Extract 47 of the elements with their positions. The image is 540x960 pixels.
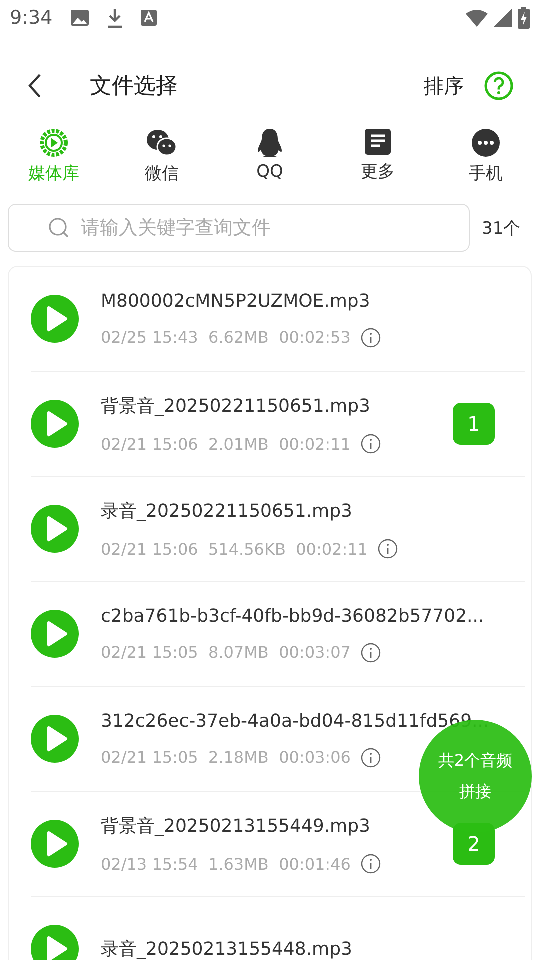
play-icon[interactable] — [31, 610, 79, 658]
file-name: c2ba761b-b3cf-40fb-bb9d-36082b57702... — [101, 606, 486, 626]
source-tab[interactable]: QQ — [216, 128, 324, 192]
search-field[interactable]: 请输入关键字查询文件 — [8, 204, 470, 252]
sort-button[interactable]: 排序 — [424, 72, 464, 100]
file-name: 背景音_20250221150651.mp3 — [101, 395, 372, 418]
more-icon — [471, 128, 501, 158]
file-name: 录音_20250221150651.mp3 — [101, 500, 354, 523]
info-icon[interactable] — [360, 642, 381, 662]
file-meta: 02/21 15:06 514.56KB 00:02:11 — [101, 540, 368, 558]
source-tab[interactable]: 更多 — [324, 128, 432, 192]
search-icon — [48, 217, 70, 239]
info-icon[interactable] — [378, 539, 398, 559]
source-tab[interactable]: 微信 — [108, 128, 216, 192]
file-meta: 02/21 15:05 2.18MB 00:03:06 — [101, 748, 351, 767]
play-icon[interactable] — [31, 820, 79, 868]
file-meta: 02/21 15:05 8.07MB 00:03:07 — [101, 643, 351, 662]
source-tab[interactable]: 手机 — [432, 128, 540, 192]
file-meta: 02/25 15:43 6.62MB 00:02:53 — [101, 328, 351, 347]
info-icon[interactable] — [360, 854, 381, 874]
info-icon[interactable] — [360, 328, 381, 348]
penguin-icon — [257, 128, 283, 158]
file-count: 31个 — [482, 218, 521, 240]
play-circle-icon — [39, 128, 69, 158]
page-title: 文件选择 — [90, 73, 178, 101]
file-name: 背景音_20250213155449.mp3 — [101, 815, 372, 838]
play-icon[interactable] — [31, 295, 79, 343]
play-icon[interactable] — [31, 400, 79, 448]
signal-icon — [494, 9, 512, 27]
status-time: 9:34 — [10, 7, 53, 29]
wifi-icon — [466, 9, 488, 27]
document-icon — [364, 128, 392, 156]
info-icon[interactable] — [360, 434, 381, 454]
file-name: 录音_20250213155448.mp3 — [101, 938, 354, 960]
battery-icon — [518, 7, 530, 29]
font-icon — [140, 10, 157, 26]
image-icon — [70, 10, 89, 26]
play-icon[interactable] — [31, 715, 79, 763]
file-name: M800002cMN5P2UZMOE.mp3 — [101, 290, 372, 312]
help-icon[interactable] — [484, 71, 514, 101]
download-icon — [106, 8, 123, 28]
file-meta: 02/21 15:06 2.01MB 00:02:11 — [101, 434, 351, 454]
info-icon[interactable] — [360, 748, 381, 768]
play-icon[interactable] — [31, 505, 79, 553]
file-meta: 02/13 15:54 1.63MB 00:01:46 — [101, 854, 351, 874]
chat-bubbles-icon — [146, 128, 178, 158]
play-icon[interactable] — [31, 925, 79, 960]
